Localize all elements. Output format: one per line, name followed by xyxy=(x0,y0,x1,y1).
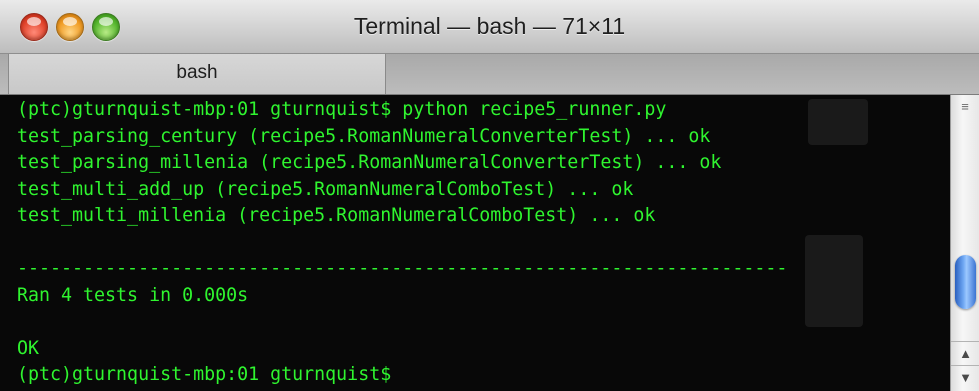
title-bar[interactable]: Terminal — bash — 71×11 xyxy=(0,0,979,54)
terminal-line: ----------------------------------------… xyxy=(17,258,788,279)
desktop-ghost-icon xyxy=(808,99,868,145)
terminal-line: test_parsing_century (recipe5.RomanNumer… xyxy=(17,125,711,147)
terminal-text: (ptc)gturnquist-mbp:01 gturnquist$ pytho… xyxy=(17,97,787,389)
resize-grip-icon: ≡ xyxy=(961,99,969,114)
terminal-line: Ran 4 tests in 0.000s xyxy=(17,284,249,306)
window-title: Terminal — bash — 71×11 xyxy=(353,13,626,39)
terminal-prompt-line: (ptc)gturnquist-mbp:01 gturnquist$ xyxy=(17,362,787,389)
tab-bash[interactable]: bash xyxy=(8,54,386,94)
tab-bar: bash xyxy=(0,54,979,95)
terminal-line: test_parsing_millenia (recipe5.RomanNume… xyxy=(17,152,722,173)
desktop-ghost-icon xyxy=(805,235,863,327)
terminal-line: OK xyxy=(17,337,40,359)
scroll-up-arrow-icon[interactable]: ▲ xyxy=(951,341,979,366)
terminal-line: (ptc)gturnquist-mbp:01 gturnquist$ pytho… xyxy=(17,99,667,120)
terminal-output[interactable]: (ptc)gturnquist-mbp:01 gturnquist$ pytho… xyxy=(0,95,950,391)
terminal-line: test_multi_millenia (recipe5.RomanNumera… xyxy=(17,205,656,226)
scroll-thumb[interactable] xyxy=(955,255,976,309)
vertical-scrollbar[interactable]: ≡ ▲ ▼ xyxy=(950,95,979,391)
terminal-line: test_multi_add_up (recipe5.RomanNumeralC… xyxy=(17,178,634,200)
scroll-down-arrow-icon[interactable]: ▼ xyxy=(951,365,979,390)
terminal-prompt: (ptc)gturnquist-mbp:01 gturnquist$ xyxy=(17,364,392,385)
terminal-window: Terminal — bash — 71×11 bash (ptc)gturnq… xyxy=(0,0,979,391)
